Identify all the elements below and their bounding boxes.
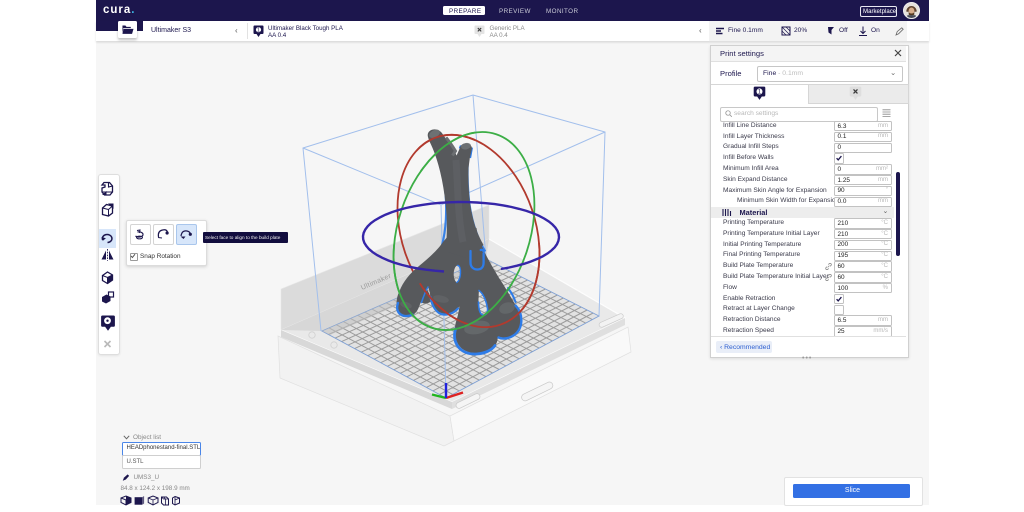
svg-text:1: 1 <box>257 27 260 33</box>
